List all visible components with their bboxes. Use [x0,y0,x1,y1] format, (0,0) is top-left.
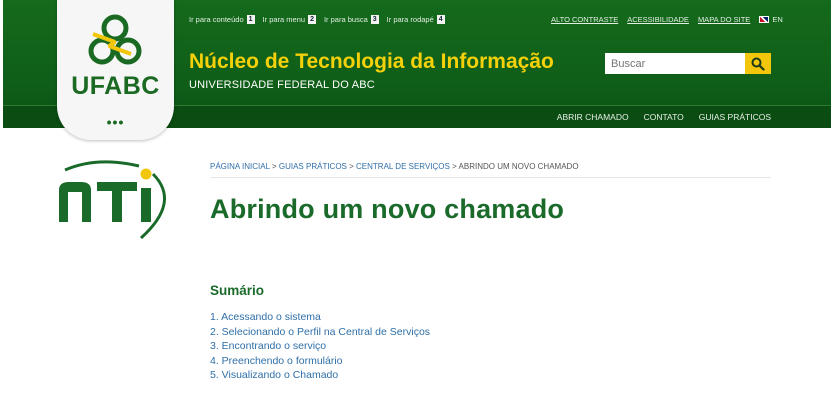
site-subtitle: UNIVERSIDADE FEDERAL DO ABC [189,79,375,91]
skip-link-label: Ir para rodapé [386,15,434,24]
search-box [605,53,771,74]
page-title: Abrindo um novo chamado [210,194,565,224]
breadcrumb-guides[interactable]: GUIAS PRÁTICOS [279,162,347,171]
shortcut-key: 4 [436,15,445,24]
skip-to-search-link[interactable]: Ir para busca 3 [324,15,379,24]
shortcut-key: 1 [246,15,255,24]
summary-heading: Sumário [210,283,265,298]
ufabc-logo-icon [88,14,142,65]
logo-text: UFABC [71,72,160,100]
toc-item[interactable]: 4. Preenchendo o formulário [210,354,430,369]
breadcrumb-current: ABRINDO UM NOVO CHAMADO [458,162,579,171]
skip-to-content-link[interactable]: Ir para conteúdo 1 [189,15,255,24]
search-button[interactable] [745,53,771,74]
nti-logo-icon [59,160,167,240]
search-input[interactable] [605,53,745,74]
utility-links: ALTO CONTRASTE ACESSIBILIDADE MAPA DO SI… [551,15,783,24]
logo-dots: ••• [106,114,125,130]
skip-to-menu-link[interactable]: Ir para menu 2 [263,15,316,24]
sitemap-link[interactable]: MAPA DO SITE [698,15,750,24]
table-of-contents: 1. Acessando o sistema 2. Selecionando o… [210,310,430,383]
breadcrumb-separator: > [452,162,457,171]
skip-link-label: Ir para menu [262,15,306,24]
high-contrast-link[interactable]: ALTO CONTRASTE [551,15,618,24]
accessibility-link[interactable]: ACESSIBILIDADE [627,15,689,24]
uk-flag-icon [759,16,770,23]
breadcrumb-divider [210,177,771,178]
ufabc-logo[interactable]: UFABC ••• [57,0,174,140]
breadcrumb-service-center[interactable]: CENTRAL DE SERVIÇOS [356,162,450,171]
main-nav: ABRIR CHAMADO CONTATO GUIAS PRÁTICOS [557,112,771,122]
nav-contact[interactable]: CONTATO [644,112,684,122]
toc-item[interactable]: 5. Visualizando o Chamado [210,368,430,383]
shortcut-key: 2 [308,15,316,24]
skip-link-label: Ir para conteúdo [189,15,244,24]
nav-open-ticket[interactable]: ABRIR CHAMADO [557,112,629,122]
nav-practical-guides[interactable]: GUIAS PRÁTICOS [699,112,771,122]
breadcrumb-separator: > [349,162,354,171]
toc-item[interactable]: 2. Selecionando o Perfil na Central de S… [210,325,430,340]
breadcrumb-home[interactable]: PÁGINA INICIAL [210,162,270,171]
language-label: EN [772,15,783,24]
shortcut-key: 3 [370,15,379,24]
skip-link-label: Ir para busca [323,15,368,24]
skip-to-footer-link[interactable]: Ir para rodapé 4 [387,15,445,24]
site-title[interactable]: Núcleo de Tecnologia da Informação [189,50,554,74]
toc-item[interactable]: 3. Encontrando o serviço [210,339,430,354]
toc-item[interactable]: 1. Acessando o sistema [210,310,430,325]
breadcrumb-separator: > [271,162,277,171]
language-link[interactable]: EN [759,15,783,24]
search-icon [751,57,765,71]
accessibility-links: Ir para conteúdo 1 Ir para menu 2 Ir par… [189,15,445,24]
breadcrumb: PÁGINA INICIAL > GUIAS PRÁTICOS > CENTRA… [210,162,579,171]
nti-logo[interactable] [57,160,177,247]
